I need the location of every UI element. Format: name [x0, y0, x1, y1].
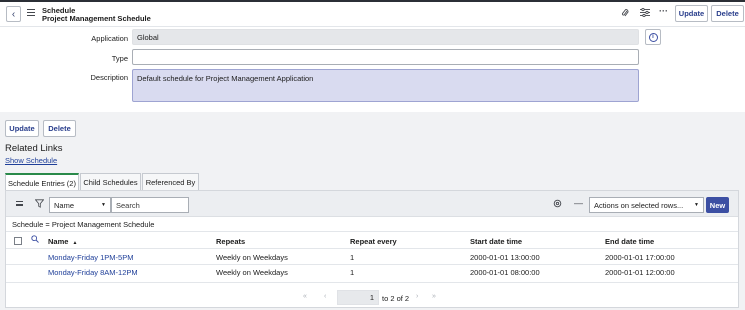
table-cell-repeats: Weekly on Weekdays	[216, 268, 288, 277]
back-button[interactable]: ‹	[6, 6, 21, 22]
table-cell-end: 2000-01-01 17:00:00	[605, 253, 675, 262]
bottom-delete-button[interactable]: Delete	[43, 120, 76, 137]
column-header-name[interactable]: Name ▲	[48, 237, 77, 246]
select-all-checkbox[interactable]	[14, 237, 22, 245]
divider	[6, 231, 738, 232]
actions-select-value: Actions on selected rows...	[594, 200, 684, 210]
context-menu-icon[interactable]	[27, 9, 35, 16]
table-row-name-link[interactable]: Monday-Friday 8AM-12PM	[48, 268, 138, 277]
more-icon[interactable]: ···	[659, 6, 668, 16]
previous-page-icon[interactable]: ‹	[324, 293, 326, 300]
chevron-down-icon: ▼	[101, 202, 106, 208]
table-cell-start: 2000-01-01 08:00:00	[470, 268, 540, 277]
related-links-title: Related Links	[5, 143, 63, 154]
info-icon: i	[648, 32, 658, 42]
list-menu-icon[interactable]	[16, 201, 23, 206]
table-cell-end: 2000-01-01 12:00:00	[605, 268, 675, 277]
column-header-repeats[interactable]: Repeats	[216, 237, 245, 246]
column-header-start[interactable]: Start date time	[470, 237, 522, 246]
application-label: Application	[91, 34, 128, 43]
application-field: Global	[132, 29, 639, 45]
chevron-left-icon: ‹	[11, 8, 16, 20]
related-list-panel: Name ▼ Search — Actions on selected rows…	[5, 190, 739, 308]
update-button[interactable]: Update	[675, 5, 708, 22]
column-name-label: Name	[48, 237, 69, 246]
table-cell-repeat-every: 1	[350, 253, 355, 262]
form-title-record: Project Management Schedule	[42, 14, 151, 23]
next-page-icon[interactable]: ›	[416, 293, 418, 300]
tab-schedule-entries[interactable]: Schedule Entries (2)	[5, 173, 79, 191]
show-schedule-link[interactable]: Show Schedule	[5, 156, 57, 165]
collapse-icon[interactable]: —	[574, 198, 583, 208]
column-header-repeat-every[interactable]: Repeat every	[350, 237, 397, 246]
sliders-icon[interactable]	[640, 7, 650, 19]
breadcrumb[interactable]: Schedule = Project Management Schedule	[12, 220, 154, 229]
search-input[interactable]: Search	[111, 197, 189, 213]
description-textarea[interactable]: Default schedule for Project Management …	[132, 69, 639, 102]
actions-select[interactable]: Actions on selected rows... ▼	[589, 197, 704, 213]
gear-icon[interactable]	[553, 199, 562, 210]
sort-ascending-icon: ▲	[72, 240, 78, 246]
type-field[interactable]	[132, 49, 639, 65]
page-range-text: to 2 of 2	[382, 294, 410, 303]
new-button[interactable]: New	[706, 197, 729, 213]
search-field-select[interactable]: Name ▼	[49, 197, 111, 213]
table-row-name-link[interactable]: Monday-Friday 1PM-5PM	[48, 253, 133, 262]
search-field-value: Name	[54, 200, 75, 210]
table-cell-start: 2000-01-01 13:00:00	[470, 253, 540, 262]
delete-button[interactable]: Delete	[711, 5, 744, 22]
page-number-input[interactable]: 1	[337, 290, 379, 305]
list-toolbar: Name ▼ Search — Actions on selected rows…	[6, 191, 738, 217]
divider	[6, 264, 738, 265]
top-bar	[0, 0, 745, 2]
first-page-icon[interactable]: «	[303, 293, 307, 300]
description-label: Description	[90, 73, 128, 82]
form-header: ‹ Schedule Project Management Schedule ·…	[0, 0, 745, 27]
divider	[6, 248, 738, 249]
pagination: « ‹ 1 to 2 of 2 › »	[6, 288, 738, 308]
divider	[6, 282, 738, 283]
table-cell-repeats: Weekly on Weekdays	[216, 253, 288, 262]
paperclip-icon[interactable]	[621, 8, 629, 20]
last-page-icon[interactable]: »	[432, 293, 436, 300]
search-icon[interactable]	[31, 235, 39, 245]
bottom-update-button[interactable]: Update	[5, 120, 39, 137]
chevron-down-icon: ▼	[694, 202, 699, 208]
info-button[interactable]: i	[645, 29, 661, 45]
tab-referenced-by[interactable]: Referenced By	[142, 173, 199, 190]
table-cell-repeat-every: 1	[350, 268, 355, 277]
filter-icon[interactable]	[34, 199, 45, 210]
tab-child-schedules[interactable]: Child Schedules	[80, 173, 141, 190]
type-label: Type	[111, 54, 128, 63]
column-header-end[interactable]: End date time	[605, 237, 654, 246]
